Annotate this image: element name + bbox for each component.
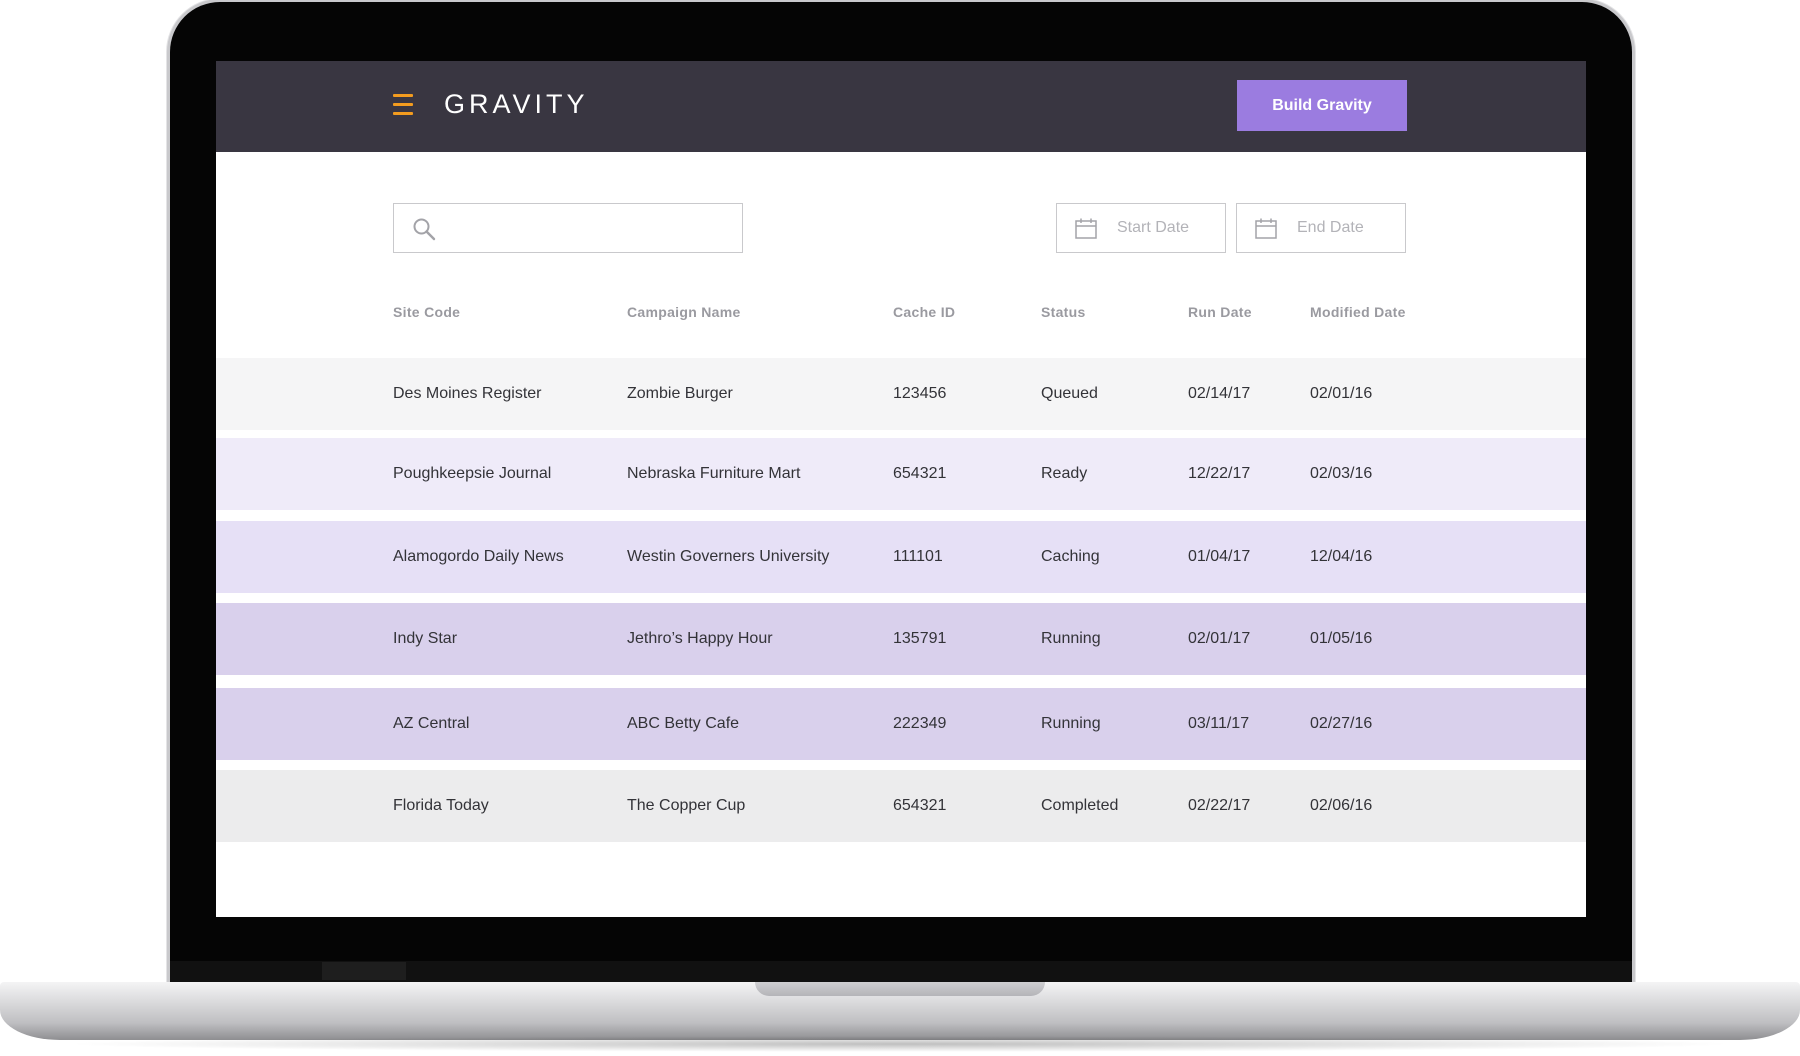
- cell-site-code: Florida Today: [393, 797, 489, 814]
- cell-run-date: 03/11/17: [1188, 715, 1250, 732]
- cell-modified-date: 02/03/16: [1310, 465, 1373, 482]
- cell-cache-id: 111101: [893, 548, 943, 565]
- laptop-base-notch: [755, 982, 1045, 996]
- cell-run-date: 02/22/17: [1188, 797, 1251, 814]
- cell-campaign-name: Nebraska Furniture Mart: [627, 465, 801, 482]
- cell-site-code: Poughkeepsie Journal: [393, 465, 552, 482]
- column-header-status[interactable]: Status: [1041, 304, 1086, 320]
- cell-site-code: Des Moines Register: [393, 385, 542, 402]
- cell-campaign-name: The Copper Cup: [627, 797, 746, 814]
- app-title: GRAVITY: [444, 89, 589, 119]
- cell-campaign-name: Jethro’s Happy Hour: [627, 630, 773, 647]
- cell-status: Running: [1041, 715, 1101, 732]
- cell-status: Completed: [1041, 797, 1119, 814]
- cell-status: Running: [1041, 630, 1101, 647]
- search-icon: [413, 218, 436, 241]
- end-date-placeholder: End Date: [1297, 219, 1364, 236]
- column-header-cache-id[interactable]: Cache ID: [893, 304, 955, 320]
- laptop-hinge: [322, 962, 406, 980]
- cell-site-code: Alamogordo Daily News: [393, 548, 564, 565]
- cell-status: Ready: [1041, 465, 1088, 482]
- table-row[interactable]: Indy Star Jethro’s Happy Hour 135791 Run…: [216, 603, 1586, 675]
- calendar-icon: [1255, 218, 1277, 239]
- start-date-placeholder: Start Date: [1117, 219, 1190, 236]
- build-gravity-button[interactable]: Build Gravity: [1237, 80, 1407, 131]
- cell-modified-date: 01/05/16: [1310, 630, 1373, 647]
- cell-campaign-name: ABC Betty Cafe: [627, 715, 740, 732]
- app-screen: GRAVITY Build Gravity Start Date End Dat…: [216, 61, 1586, 917]
- table-row[interactable]: Poughkeepsie Journal Nebraska Furniture …: [216, 438, 1586, 510]
- end-date-picker[interactable]: End Date: [1236, 203, 1406, 253]
- hamburger-menu-icon[interactable]: [393, 94, 413, 116]
- cell-status: Queued: [1041, 385, 1098, 402]
- cell-run-date: 01/04/17: [1188, 548, 1251, 565]
- search-field[interactable]: [393, 203, 743, 253]
- search-input[interactable]: [448, 214, 732, 244]
- table-row[interactable]: Alamogordo Daily News Westin Governers U…: [216, 521, 1586, 593]
- calendar-icon: [1075, 218, 1097, 239]
- cell-modified-date: 02/27/16: [1310, 715, 1373, 732]
- cell-modified-date: 02/06/16: [1310, 797, 1373, 814]
- cell-site-code: AZ Central: [393, 715, 470, 732]
- cell-run-date: 12/22/17: [1188, 465, 1251, 482]
- laptop-base: [0, 982, 1800, 1040]
- cell-cache-id: 654321: [893, 797, 947, 814]
- cell-run-date: 02/14/17: [1188, 385, 1251, 402]
- top-bar: GRAVITY Build Gravity: [216, 61, 1586, 152]
- cell-modified-date: 02/01/16: [1310, 385, 1373, 402]
- column-header-site-code[interactable]: Site Code: [393, 304, 460, 320]
- column-header-campaign-name[interactable]: Campaign Name: [627, 304, 741, 320]
- cell-cache-id: 123456: [893, 385, 947, 402]
- column-header-modified-date[interactable]: Modified Date: [1310, 304, 1406, 320]
- cell-campaign-name: Zombie Burger: [627, 385, 733, 402]
- table-row[interactable]: Florida Today The Copper Cup 654321 Comp…: [216, 770, 1586, 842]
- table-row[interactable]: Des Moines Register Zombie Burger 123456…: [216, 358, 1586, 430]
- cell-cache-id: 654321: [893, 465, 947, 482]
- laptop-shadow: [60, 1036, 1740, 1052]
- table-row[interactable]: AZ Central ABC Betty Cafe 222349 Running…: [216, 688, 1586, 760]
- cell-site-code: Indy Star: [393, 630, 458, 647]
- cell-modified-date: 12/04/16: [1310, 548, 1373, 565]
- cell-status: Caching: [1041, 548, 1100, 565]
- cell-cache-id: 135791: [893, 630, 947, 647]
- cell-run-date: 02/01/17: [1188, 630, 1251, 647]
- cell-campaign-name: Westin Governers University: [627, 548, 830, 565]
- start-date-picker[interactable]: Start Date: [1056, 203, 1226, 253]
- cell-cache-id: 222349: [893, 715, 947, 732]
- column-header-run-date[interactable]: Run Date: [1188, 304, 1252, 320]
